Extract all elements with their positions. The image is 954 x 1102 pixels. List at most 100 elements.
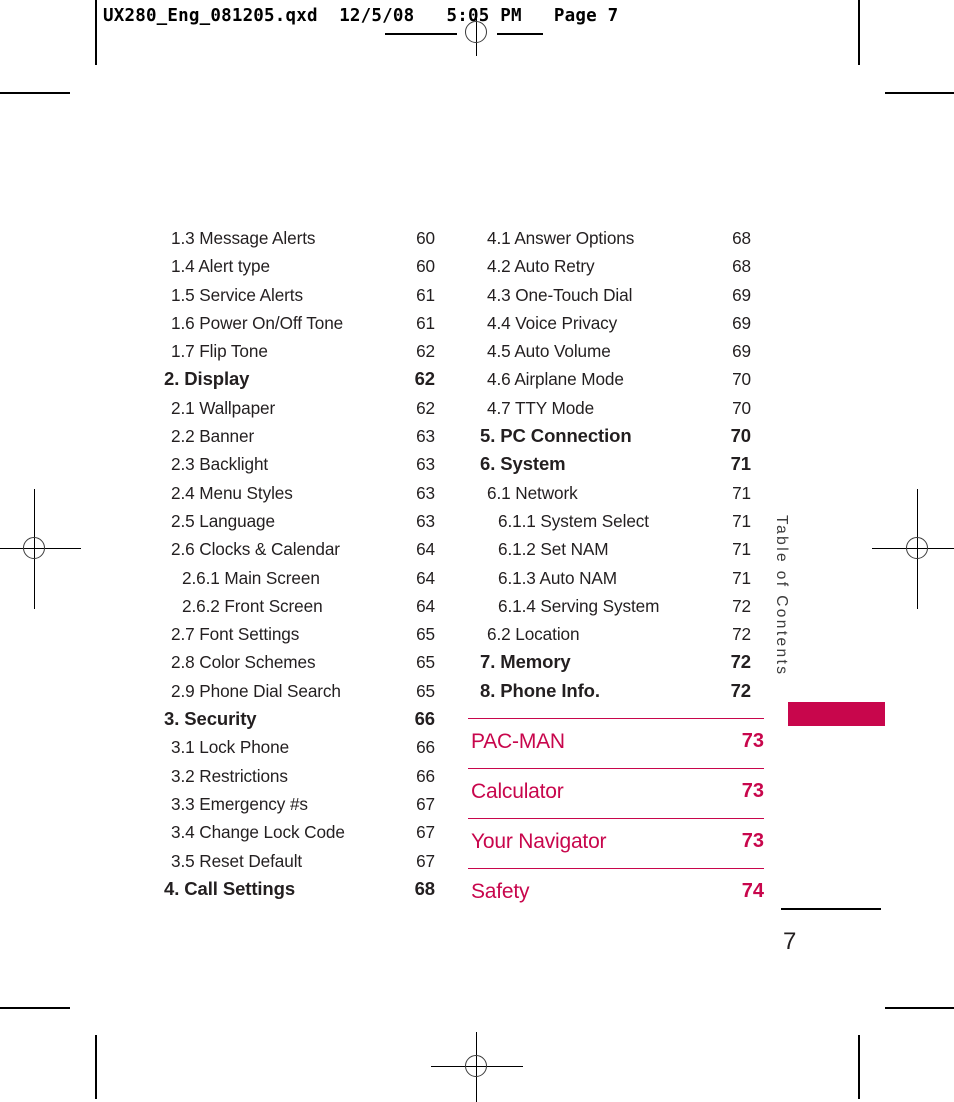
- toc-chapter-page-number: 73: [741, 830, 764, 852]
- toc-entry-page-number: 62: [416, 341, 435, 362]
- toc-entry-page-number: 71: [732, 510, 751, 531]
- toc-entry[interactable]: 2.5 Language 63: [162, 507, 435, 535]
- toc-chapter-page-number: 74: [741, 880, 764, 902]
- toc-chapter-label: PAC-MAN: [471, 730, 565, 753]
- toc-chapter-entry[interactable]: PAC-MAN 73: [468, 718, 764, 768]
- toc-entry[interactable]: 1.7 Flip Tone 62: [162, 337, 435, 365]
- toc-entry-page-number: 67: [416, 793, 435, 814]
- toc-entry-page-number: 64: [416, 567, 435, 588]
- toc-entry[interactable]: 3.1 Lock Phone 66: [162, 733, 435, 761]
- toc-entry-page-number: 63: [416, 426, 435, 447]
- toc-entry[interactable]: 1.5 Service Alerts 61: [162, 281, 435, 309]
- toc-entry[interactable]: 6.1.3 Auto NAM 71: [478, 564, 751, 592]
- toc-entry-page-number: 62: [414, 368, 435, 390]
- toc-entry[interactable]: 2.7 Font Settings 65: [162, 620, 435, 648]
- toc-entry[interactable]: 7. Memory 72: [478, 648, 751, 676]
- toc-entry[interactable]: 3.2 Restrictions 66: [162, 762, 435, 790]
- toc-chapter-entry[interactable]: Calculator 73: [468, 768, 764, 818]
- toc-entry[interactable]: 6. System 71: [478, 450, 751, 478]
- toc-entry-page-number: 63: [416, 482, 435, 503]
- section-tab-marker: [788, 702, 885, 726]
- toc-entry[interactable]: 2.2 Banner 63: [162, 422, 435, 450]
- toc-entry-page-number: 70: [732, 397, 751, 418]
- toc-entry-page-number: 61: [416, 312, 435, 333]
- toc-entry-page-number: 69: [732, 341, 751, 362]
- toc-entry[interactable]: 8. Phone Info. 72: [478, 677, 751, 705]
- toc-entry-label: 2.9 Phone Dial Search: [171, 680, 341, 701]
- toc-entry[interactable]: 6.1 Network 71: [478, 479, 751, 507]
- toc-entry-label: 2.6.1 Main Screen: [182, 567, 320, 588]
- toc-entry-label: 4.5 Auto Volume: [487, 341, 611, 362]
- toc-entry-page-number: 72: [730, 679, 751, 701]
- toc-entry[interactable]: 4.6 Airplane Mode 70: [478, 365, 751, 393]
- toc-entry[interactable]: 6.1.2 Set NAM 71: [478, 535, 751, 563]
- toc-entry[interactable]: 2.6 Clocks & Calendar 64: [162, 535, 435, 563]
- toc-entry-label: 2.1 Wallpaper: [171, 397, 276, 418]
- toc-entry-label: 2.7 Font Settings: [171, 624, 300, 645]
- toc-entry-page-number: 70: [732, 369, 751, 390]
- toc-entry-label: 2.6 Clocks & Calendar: [171, 539, 340, 560]
- toc-entry-label: 2.6.2 Front Screen: [182, 595, 323, 616]
- toc-chapter-entry[interactable]: Your Navigator 73: [468, 818, 764, 868]
- toc-entry[interactable]: 4.4 Voice Privacy 69: [478, 309, 751, 337]
- toc-entry-label: 8. Phone Info.: [480, 679, 600, 701]
- toc-entry[interactable]: 2.6.1 Main Screen 64: [162, 564, 435, 592]
- toc-entry[interactable]: 2.6.2 Front Screen 64: [162, 592, 435, 620]
- crop-mark-top-right-horizontal: [885, 92, 954, 94]
- toc-entry-page-number: 70: [730, 425, 751, 447]
- toc-entry[interactable]: 6.1.1 System Select 71: [478, 507, 751, 535]
- toc-entry-page-number: 68: [732, 228, 751, 248]
- crop-mark-bottom-right-horizontal: [885, 1007, 954, 1009]
- toc-entry-label: 2.3 Backlight: [171, 454, 269, 475]
- crop-mark-bottom-left-horizontal: [0, 1007, 70, 1009]
- crop-mark-top-left-vertical: [95, 0, 97, 65]
- toc-entry-page-number: 62: [416, 397, 435, 418]
- toc-entry[interactable]: 2.4 Menu Styles 63: [162, 479, 435, 507]
- toc-entry-page-number: 64: [416, 539, 435, 560]
- toc-entry[interactable]: 4. Call Settings 68: [162, 875, 435, 903]
- toc-entry-page-number: 65: [416, 652, 435, 673]
- toc-entry[interactable]: 5. PC Connection 70: [478, 422, 751, 450]
- toc-entry[interactable]: 2.9 Phone Dial Search 65: [162, 677, 435, 705]
- toc-entry[interactable]: 2.8 Color Schemes 65: [162, 648, 435, 676]
- toc-entry-label: 4.6 Airplane Mode: [487, 369, 624, 390]
- toc-entry[interactable]: 4.7 TTY Mode 70: [478, 394, 751, 422]
- toc-entry-label: 6.1 Network: [487, 482, 578, 503]
- toc-entry-page-number: 67: [416, 822, 435, 843]
- toc-entry[interactable]: 6.1.4 Serving System 72: [478, 592, 751, 620]
- toc-entry[interactable]: 1.6 Power On/Off Tone 61: [162, 309, 435, 337]
- toc-entry[interactable]: 2.1 Wallpaper 62: [162, 394, 435, 422]
- toc-entry-label: 1.4 Alert type: [171, 256, 270, 277]
- toc-entry[interactable]: 1.3 Message Alerts 60: [162, 224, 435, 252]
- toc-chapter-page-number: 73: [741, 730, 764, 752]
- registration-mark-right: [872, 489, 954, 609]
- toc-entry-label: 7. Memory: [480, 651, 571, 673]
- registration-mark-top-center: [454, 10, 500, 56]
- toc-entry[interactable]: 4.3 One-Touch Dial 69: [478, 281, 751, 309]
- toc-entry[interactable]: 2.3 Backlight 63: [162, 450, 435, 478]
- toc-entry-label: 3.3 Emergency #s: [171, 793, 308, 814]
- toc-entry-page-number: 60: [416, 256, 435, 277]
- toc-entry[interactable]: 4.2 Auto Retry 68: [478, 252, 751, 280]
- section-tab-label: Table of Contents: [773, 515, 790, 677]
- toc-entry-page-number: 67: [416, 850, 435, 871]
- toc-entry[interactable]: 1.4 Alert type 60: [162, 252, 435, 280]
- toc-chapter-entry[interactable]: Safety 74: [468, 868, 764, 918]
- toc-entry-label: 2.8 Color Schemes: [171, 652, 316, 673]
- toc-entry[interactable]: 3.5 Reset Default 67: [162, 847, 435, 875]
- toc-entry[interactable]: 4.5 Auto Volume 69: [478, 337, 751, 365]
- crop-mark-bottom-left-vertical: [95, 1035, 97, 1099]
- toc-chapter-label: Your Navigator: [471, 830, 607, 853]
- toc-entry[interactable]: 6.2 Location 72: [478, 620, 751, 648]
- toc-entry-label: 6.1.2 Set NAM: [498, 539, 609, 560]
- toc-entry-page-number: 69: [732, 312, 751, 333]
- toc-entry[interactable]: 3.4 Change Lock Code 67: [162, 818, 435, 846]
- toc-entry-page-number: 72: [732, 595, 751, 616]
- toc-entry[interactable]: 4.1 Answer Options 68: [478, 224, 751, 252]
- toc-entry[interactable]: 3. Security 66: [162, 705, 435, 733]
- toc-entry[interactable]: 3.3 Emergency #s 67: [162, 790, 435, 818]
- toc-entry[interactable]: 2. Display 62: [162, 365, 435, 393]
- toc-entry-label: 4.2 Auto Retry: [487, 256, 595, 277]
- toc-chapter-label: Safety: [471, 880, 530, 903]
- toc-entry-page-number: 64: [416, 595, 435, 616]
